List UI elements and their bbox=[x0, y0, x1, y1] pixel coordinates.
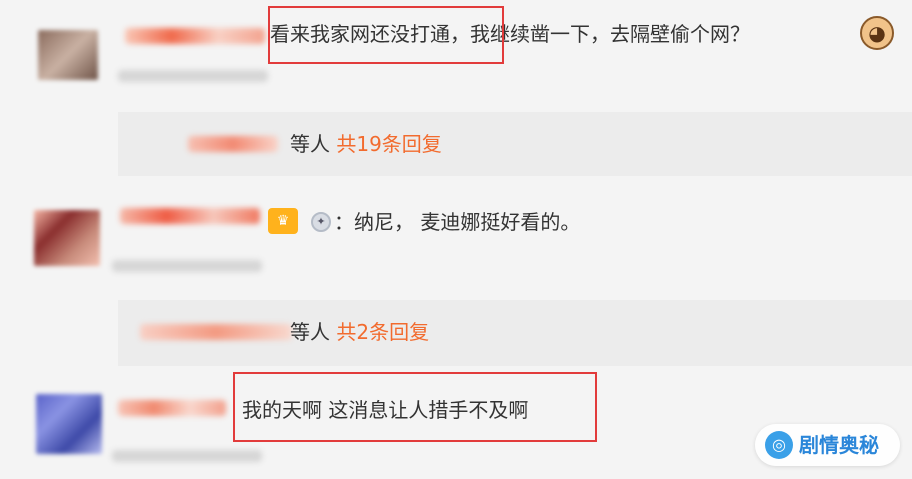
reply-users-blurred bbox=[140, 324, 292, 340]
comment-meta-blurred bbox=[112, 450, 262, 462]
watermark-logo-icon: ◎ bbox=[765, 431, 793, 459]
avatar[interactable] bbox=[34, 210, 100, 266]
reply-users-blurred bbox=[188, 136, 278, 152]
comment-meta-blurred bbox=[118, 70, 268, 82]
reply-summary[interactable]: 等人 共19条回复 bbox=[118, 112, 912, 176]
view-replies-link[interactable]: 共19条回复 bbox=[336, 132, 441, 156]
username-blurred[interactable] bbox=[125, 28, 265, 44]
watermark: ◎ 剧情奥秘 bbox=[755, 424, 900, 466]
highlight-box bbox=[233, 372, 597, 442]
highlight-box bbox=[268, 6, 504, 64]
reply-text[interactable]: 等人 共19条回复 bbox=[290, 130, 442, 158]
comment-meta-blurred bbox=[112, 260, 262, 272]
avatar[interactable] bbox=[38, 30, 98, 80]
reply-summary[interactable]: 等人 共2条回复 bbox=[118, 300, 912, 366]
cat-face-icon: ◕ bbox=[860, 16, 894, 50]
medal-icon: ✦ bbox=[311, 212, 331, 232]
watermark-text: 剧情奥秘 bbox=[799, 433, 879, 457]
avatar[interactable] bbox=[36, 394, 102, 454]
username-blurred[interactable] bbox=[120, 208, 260, 224]
reply-prefix: 等人 bbox=[290, 320, 330, 344]
comment-text-content: ：纳尼， 麦迪娜挺好看的。 bbox=[334, 210, 581, 234]
reply-text[interactable]: 等人 共2条回复 bbox=[290, 318, 429, 346]
crown-badge-icon: ♛ bbox=[268, 208, 298, 234]
username-blurred[interactable] bbox=[118, 400, 226, 416]
reply-prefix: 等人 bbox=[290, 132, 330, 156]
comment-text: ：纳尼， 麦迪娜挺好看的。 bbox=[334, 208, 580, 236]
view-replies-link[interactable]: 共2条回复 bbox=[336, 320, 429, 344]
